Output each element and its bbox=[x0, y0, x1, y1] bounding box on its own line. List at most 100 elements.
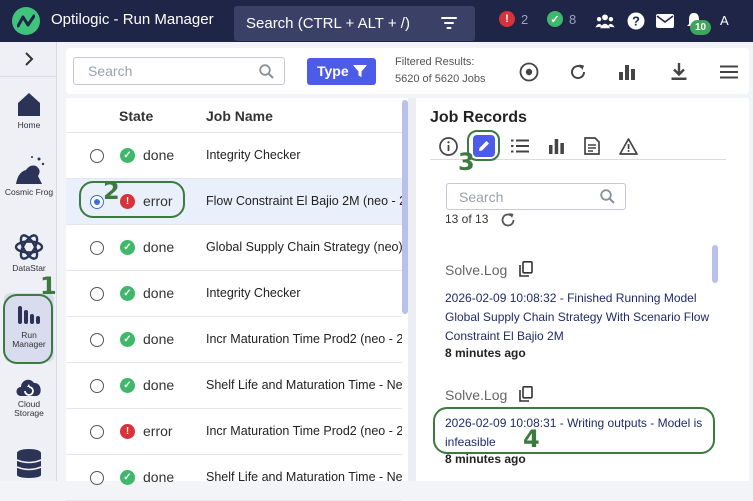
sidebar-item-database[interactable] bbox=[4, 448, 54, 480]
row-state: done bbox=[143, 469, 175, 485]
row-radio[interactable] bbox=[90, 379, 104, 393]
app-title: Optilogic - Run Manager bbox=[51, 11, 214, 28]
check-icon: ✓ bbox=[547, 11, 563, 27]
log-message[interactable]: 2026-02-09 10:08:32 - Finished Running M… bbox=[445, 289, 715, 346]
log-time: 8 minutes ago bbox=[445, 452, 526, 466]
records-scrollbar[interactable] bbox=[712, 245, 718, 283]
row-radio[interactable] bbox=[90, 425, 104, 439]
annotation-box-infeasible-log bbox=[433, 407, 715, 454]
sidebar-item-cloud-storage[interactable]: Cloud Storage bbox=[4, 372, 54, 428]
annotation-box-run-manager bbox=[3, 294, 53, 364]
help-icon[interactable]: ? bbox=[626, 11, 646, 31]
row-job-name: Shelf Life and Maturation Time - Neo bbox=[206, 470, 402, 484]
error-icon: ! bbox=[499, 11, 515, 27]
copy-icon[interactable] bbox=[519, 260, 534, 280]
funnel-icon bbox=[353, 64, 367, 81]
table-row[interactable]: ✓ done Incr Maturation Time Prod2 (neo -… bbox=[66, 317, 402, 363]
row-job-name: Integrity Checker bbox=[206, 148, 301, 162]
row-state: done bbox=[143, 285, 175, 301]
error-count: 2 bbox=[521, 11, 529, 27]
refresh-icon[interactable] bbox=[500, 212, 516, 233]
jobs-table: State Job Name ✓ done Integrity Checker … bbox=[66, 98, 408, 501]
column-header-state[interactable]: State bbox=[119, 108, 153, 124]
log-title: Solve.Log bbox=[445, 387, 508, 403]
global-search[interactable]: Search (CTRL + ALT + /) bbox=[234, 6, 475, 41]
row-state: done bbox=[143, 147, 175, 163]
annotation-number: 1 bbox=[40, 272, 57, 300]
row-radio[interactable] bbox=[90, 287, 104, 301]
filtered-results-label: Filtered Results: bbox=[395, 56, 475, 68]
done-status[interactable]: ✓ 8 bbox=[547, 11, 576, 27]
column-header-job-name[interactable]: Job Name bbox=[206, 108, 273, 124]
annotation-number: 4 bbox=[523, 425, 540, 453]
team-icon[interactable] bbox=[595, 11, 615, 31]
copy-icon[interactable] bbox=[519, 385, 534, 405]
table-row[interactable]: ✓ done Shelf Life and Maturation Time - … bbox=[66, 455, 402, 501]
sidebar-item-cosmic-frog[interactable]: Cosmic Frog bbox=[4, 154, 54, 214]
sidebar-gap bbox=[57, 42, 66, 481]
done-check-icon: ✓ bbox=[120, 332, 135, 347]
toolbar: Search Type Filtered Results: 5620 of 56… bbox=[66, 48, 749, 94]
expand-sidebar-button[interactable] bbox=[0, 42, 57, 77]
warning-icon bbox=[618, 137, 638, 155]
datastar-icon bbox=[14, 234, 44, 260]
cosmic-frog-icon bbox=[16, 156, 45, 184]
download-icon[interactable] bbox=[669, 62, 689, 82]
type-filter-button[interactable]: Type bbox=[307, 58, 376, 85]
document-icon bbox=[584, 137, 600, 155]
panel-divider[interactable] bbox=[408, 98, 416, 481]
filter-lines-icon[interactable] bbox=[441, 16, 457, 34]
table-row[interactable]: ✓ done Shelf Life and Maturation Time - … bbox=[66, 363, 402, 409]
log-time: 8 minutes ago bbox=[445, 346, 526, 360]
row-radio[interactable] bbox=[90, 149, 104, 163]
done-check-icon: ✓ bbox=[120, 240, 135, 255]
row-job-name: Incr Maturation Time Prod2 (neo - 20 bbox=[206, 332, 402, 346]
row-state: done bbox=[143, 239, 175, 255]
info-icon bbox=[438, 136, 458, 156]
refresh-icon[interactable] bbox=[568, 62, 588, 82]
row-state: error bbox=[143, 423, 173, 439]
cloud-storage-icon bbox=[16, 379, 41, 396]
row-job-name: Flow Constraint El Bajio 2M (neo - 20 bbox=[206, 194, 402, 208]
sidebar-item-label: Cloud Storage bbox=[14, 399, 44, 419]
done-check-icon: ✓ bbox=[120, 286, 135, 301]
mail-icon[interactable] bbox=[655, 11, 675, 31]
tab-warnings[interactable] bbox=[617, 135, 639, 157]
job-search-input[interactable]: Search bbox=[73, 57, 285, 85]
tab-document[interactable] bbox=[581, 135, 603, 157]
log-entry: Solve.Log 2026-02-09 10:08:32 - Finished… bbox=[445, 260, 715, 360]
row-radio[interactable] bbox=[90, 333, 104, 347]
row-job-name: Shelf Life and Maturation Time - Neo bbox=[206, 378, 402, 392]
top-bar: Optilogic - Run Manager Search (CTRL + A… bbox=[0, 0, 753, 42]
annotation-number: 3 bbox=[458, 148, 475, 176]
records-search-input[interactable]: Search bbox=[446, 183, 626, 210]
tab-chart[interactable] bbox=[545, 135, 567, 157]
table-row[interactable]: ✓ done Integrity Checker bbox=[66, 133, 402, 179]
records-count: 13 of 13 bbox=[445, 212, 489, 226]
done-check-icon: ✓ bbox=[120, 378, 135, 393]
records-search-placeholder: Search bbox=[459, 189, 504, 205]
job-search-placeholder: Search bbox=[88, 63, 133, 79]
table-row[interactable]: ✓ done Global Supply Chain Strategy (neo… bbox=[66, 225, 402, 271]
record-icon[interactable] bbox=[519, 62, 539, 82]
done-count: 8 bbox=[569, 11, 577, 27]
optilogic-logo[interactable] bbox=[12, 7, 40, 35]
row-radio[interactable] bbox=[90, 241, 104, 255]
log-title: Solve.Log bbox=[445, 262, 508, 278]
row-radio[interactable] bbox=[90, 471, 104, 485]
jobs-table-header: State Job Name bbox=[66, 98, 408, 133]
error-status[interactable]: ! 2 bbox=[499, 11, 528, 27]
user-avatar[interactable]: A bbox=[720, 13, 729, 28]
job-records-title: Job Records bbox=[430, 109, 527, 126]
sidebar-item-label: Cosmic Frog bbox=[4, 187, 54, 197]
filtered-results: Filtered Results: 5620 of 5620 Jobs bbox=[395, 54, 486, 88]
menu-icon[interactable] bbox=[719, 62, 739, 82]
filtered-results-value: 5620 of 5620 Jobs bbox=[395, 73, 486, 85]
bar-chart-icon[interactable] bbox=[617, 62, 637, 82]
annotation-number: 2 bbox=[103, 177, 120, 205]
tab-info[interactable] bbox=[437, 135, 459, 157]
table-row[interactable]: ! error Incr Maturation Time Prod2 (neo … bbox=[66, 409, 402, 455]
tab-list[interactable] bbox=[509, 135, 531, 157]
table-row[interactable]: ✓ done Integrity Checker bbox=[66, 271, 402, 317]
sidebar-item-home[interactable]: Home bbox=[4, 90, 54, 136]
